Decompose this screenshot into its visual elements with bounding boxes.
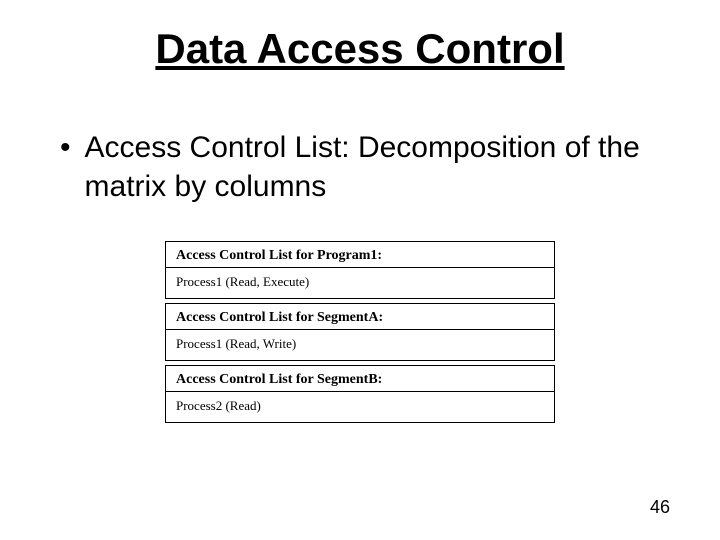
bullet-item: • Access Control List: Decomposition of … <box>60 128 670 206</box>
acl-divider <box>166 391 554 392</box>
acl-box-segmentb: Access Control List for SegmentB: Proces… <box>165 365 555 423</box>
bullet-marker: • <box>60 128 71 167</box>
acl-header: Access Control List for Program1: <box>176 248 544 264</box>
acl-entry: Process1 (Read, Write) <box>176 336 544 352</box>
acl-entry: Process2 (Read) <box>176 398 544 414</box>
acl-divider <box>166 267 554 268</box>
acl-box-segmenta: Access Control List for SegmentA: Proces… <box>165 303 555 361</box>
acl-divider <box>166 329 554 330</box>
slide-title: Data Access Control <box>50 25 670 73</box>
bullet-text: Access Control List: Decomposition of th… <box>85 128 670 206</box>
slide: Data Access Control • Access Control Lis… <box>0 0 720 540</box>
acl-container: Access Control List for Program1: Proces… <box>165 241 555 423</box>
acl-header: Access Control List for SegmentB: <box>176 372 544 388</box>
acl-entry: Process1 (Read, Execute) <box>176 274 544 290</box>
page-number: 46 <box>650 497 670 518</box>
acl-header: Access Control List for SegmentA: <box>176 310 544 326</box>
acl-box-program1: Access Control List for Program1: Proces… <box>165 241 555 299</box>
